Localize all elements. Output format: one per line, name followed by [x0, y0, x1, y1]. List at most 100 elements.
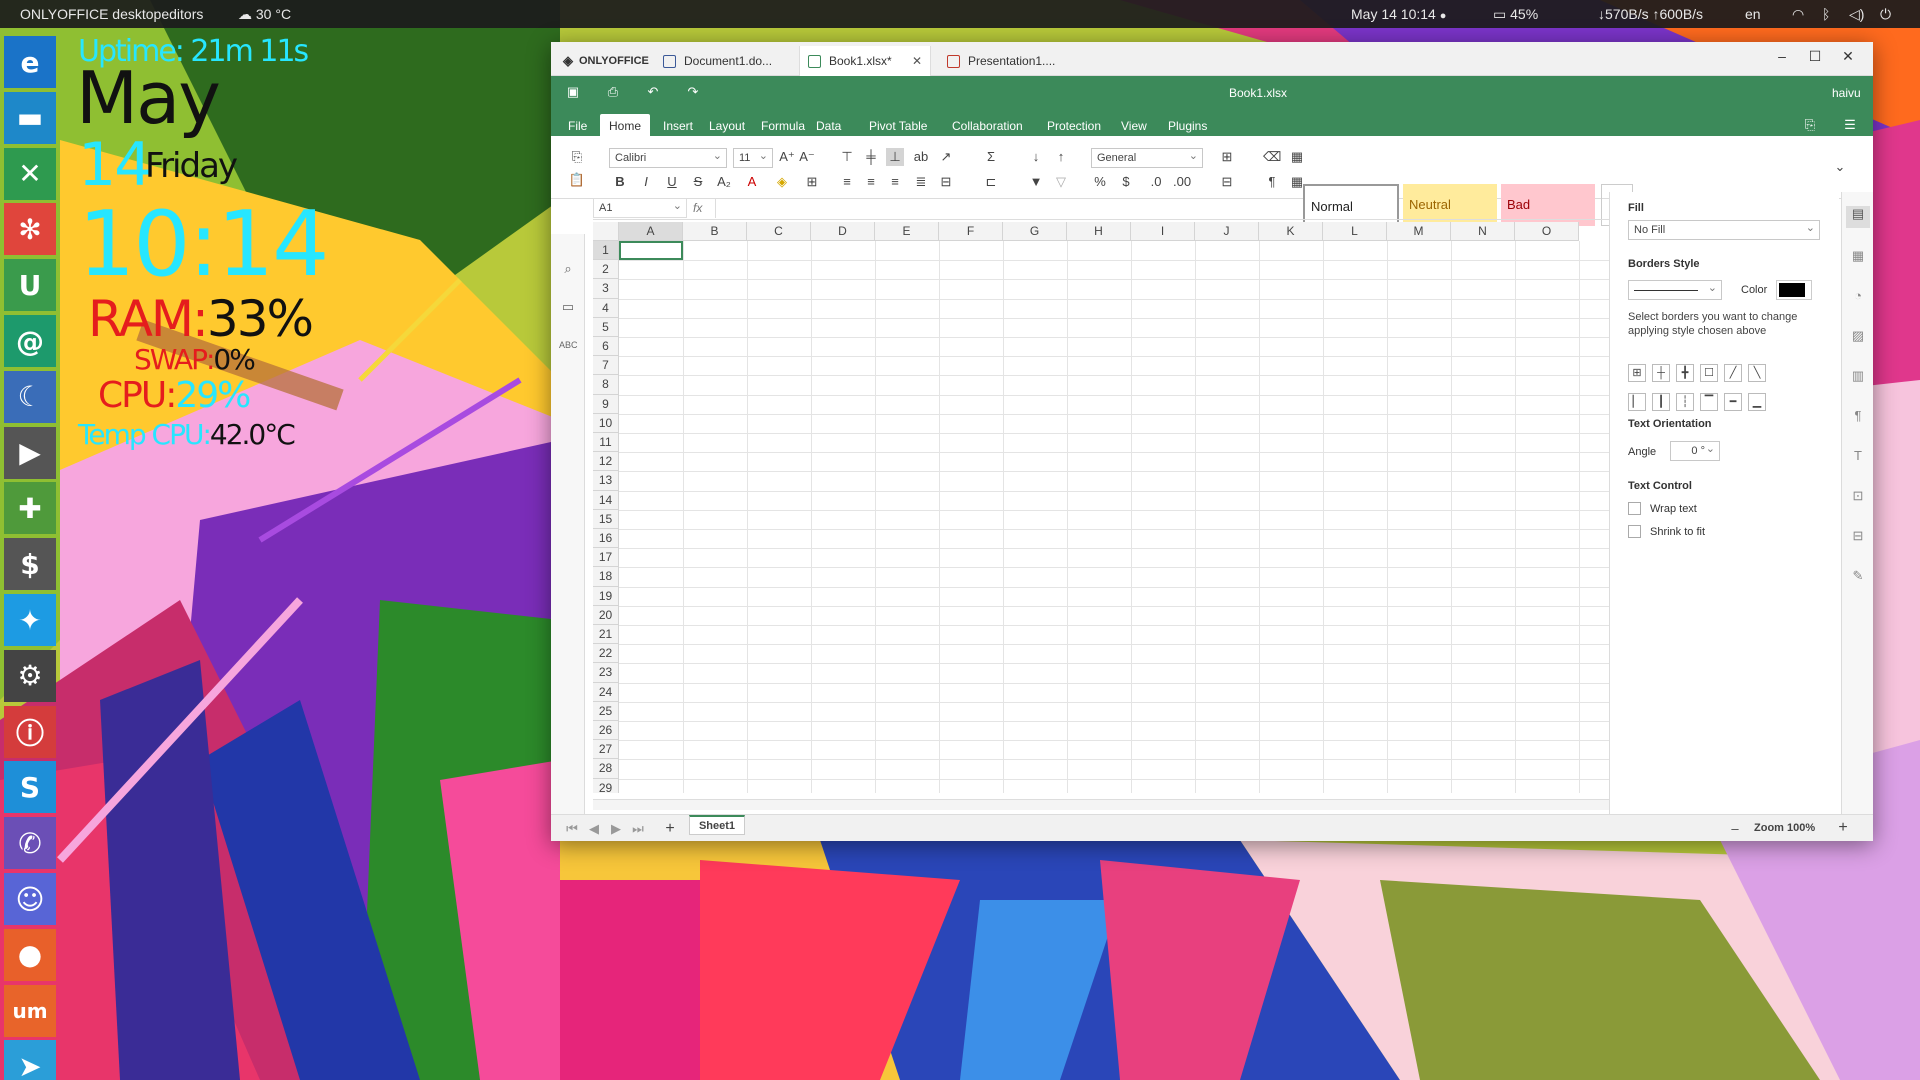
row-header[interactable]: 13 [593, 471, 619, 491]
row-header[interactable]: 1 [593, 241, 619, 261]
spellcheck-icon[interactable]: ABC [559, 336, 578, 354]
all-borders-icon[interactable]: ⊞ [1628, 364, 1646, 382]
dock-photos-icon[interactable]: ✻ [4, 203, 56, 256]
tab-document[interactable]: Document1.do... [663, 46, 772, 76]
select-all-corner[interactable] [593, 222, 619, 241]
row-header[interactable]: 7 [593, 356, 619, 376]
row-header[interactable]: 26 [593, 721, 619, 741]
zoom-in-icon[interactable]: + [1834, 819, 1852, 837]
menu-tab-layout[interactable]: Layout [700, 114, 754, 138]
fill-select[interactable]: No Fill [1628, 220, 1820, 240]
row-header[interactable]: 5 [593, 317, 619, 337]
named-ranges-icon[interactable]: ⊏ [982, 173, 1000, 191]
angle-input[interactable]: 0 ° [1670, 441, 1720, 461]
dock-steam-icon[interactable]: ⚙ [4, 649, 56, 702]
column-header[interactable]: O [1515, 222, 1579, 241]
active-app-name[interactable]: ONLYOFFICE desktopeditors [20, 6, 203, 22]
search-icon[interactable]: ⌕ [559, 260, 577, 278]
row-header[interactable]: 21 [593, 625, 619, 645]
column-header[interactable]: K [1259, 222, 1323, 241]
increase-decimal-icon[interactable]: .00 [1173, 173, 1191, 191]
align-center-icon[interactable]: ≡ [862, 173, 880, 191]
zoom-level[interactable]: Zoom 100% [1754, 822, 1815, 834]
volume-icon[interactable]: ◁) [1849, 6, 1864, 23]
diagonal-down-icon[interactable]: ╲ [1748, 364, 1766, 382]
cell-reference-box[interactable]: A1 [593, 198, 687, 218]
first-sheet-icon[interactable]: ⏮ [563, 820, 581, 838]
sort-descending-icon[interactable]: ↑ [1052, 148, 1070, 166]
column-header[interactable]: B [683, 222, 747, 241]
dock-mail-icon[interactable]: @ [4, 315, 56, 367]
orientation-icon[interactable]: ↗ [937, 148, 955, 166]
border-color-picker[interactable] [1776, 280, 1812, 300]
inner-borders-icon[interactable]: ┼ [1652, 364, 1670, 382]
sort-ascending-icon[interactable]: ↓ [1027, 148, 1045, 166]
row-header[interactable]: 20 [593, 605, 619, 625]
dock-podcast-icon[interactable]: ⓘ [4, 705, 56, 758]
row-header[interactable]: 23 [593, 663, 619, 683]
row-header[interactable]: 3 [593, 279, 619, 299]
tab-onlyoffice-home[interactable]: ◈ ONLYOFFICE [563, 46, 649, 76]
column-header[interactable]: D [811, 222, 875, 241]
comments-icon[interactable]: ▭ [559, 298, 577, 316]
row-header[interactable]: 4 [593, 298, 619, 318]
filter-icon[interactable]: ▼ [1027, 173, 1045, 191]
tab-book1[interactable]: Book1.xlsx* ✕ [799, 46, 931, 76]
dock-ubuntu-make-icon[interactable]: um [4, 984, 56, 1037]
open-file-location-icon[interactable]: ⎘ [1801, 116, 1819, 134]
format-table-icon[interactable]: ▦ [1288, 148, 1306, 166]
row-header[interactable]: 24 [593, 682, 619, 702]
wrap-text-icon[interactable]: ab [912, 148, 930, 166]
strikethrough-icon[interactable]: S [689, 173, 707, 191]
menu-tab-pivot-table[interactable]: Pivot Table [860, 114, 936, 138]
dock-files-icon[interactable]: ▬ [4, 91, 56, 144]
user-name[interactable]: haivu [1832, 86, 1861, 100]
table-settings-icon[interactable]: ▦ [1850, 248, 1866, 264]
decrease-decimal-icon[interactable]: .0 [1147, 173, 1165, 191]
top-border-icon[interactable]: ▔ [1700, 393, 1718, 411]
shrink-to-fit-checkbox[interactable] [1628, 525, 1641, 538]
align-right-icon[interactable]: ≡ [886, 173, 904, 191]
column-header[interactable]: I [1131, 222, 1195, 241]
outer-border-icon[interactable]: ☐ [1700, 364, 1718, 382]
decrease-font-icon[interactable]: A⁻ [798, 148, 816, 166]
weather-indicator[interactable]: ☁ 30 °C [238, 6, 291, 23]
menu-tab-plugins[interactable]: Plugins [1159, 114, 1216, 138]
font-size-select[interactable]: 11 [733, 148, 773, 168]
delete-cells-icon[interactable]: ⊟ [1218, 173, 1236, 191]
sum-icon[interactable]: Σ [982, 148, 1000, 166]
fill-color-icon[interactable]: ◈ [773, 173, 791, 191]
column-header[interactable]: N [1451, 222, 1515, 241]
sheet-tab-sheet1[interactable]: Sheet1 [689, 815, 745, 835]
menu-tab-formula[interactable]: Formula [752, 114, 814, 138]
clock[interactable]: May 14 10:14 ● [1351, 6, 1446, 22]
power-icon[interactable]: ⏻ [1880, 6, 1891, 23]
last-sheet-icon[interactable]: ⏭ [629, 820, 647, 838]
column-header[interactable]: J [1195, 222, 1259, 241]
dock-upwork-icon[interactable]: U [4, 259, 56, 312]
menu-tab-insert[interactable]: Insert [654, 114, 702, 138]
chart-settings-icon[interactable]: ▥ [1850, 368, 1866, 384]
border-style-select[interactable] [1628, 280, 1722, 300]
dock-media-icon[interactable]: ▶ [4, 426, 56, 479]
undo-icon[interactable]: ↶ [644, 83, 662, 101]
row-header[interactable]: 19 [593, 586, 619, 606]
align-middle-icon[interactable]: ╪ [862, 148, 880, 166]
subscript-icon[interactable]: A₂ [715, 173, 733, 191]
row-header[interactable]: 6 [593, 337, 619, 357]
row-header[interactable]: 16 [593, 529, 619, 549]
menu-tab-file[interactable]: File [559, 114, 596, 138]
image-settings-icon[interactable]: ▨ [1850, 328, 1866, 344]
dock-twitter-icon[interactable]: ✦ [4, 594, 56, 646]
row-header[interactable]: 15 [593, 509, 619, 529]
minimize-button[interactable]: – [1770, 48, 1794, 70]
signature-settings-icon[interactable]: ✎ [1850, 568, 1866, 584]
underline-icon[interactable]: U [663, 173, 681, 191]
wrap-text-checkbox[interactable] [1628, 502, 1641, 515]
add-sheet-icon[interactable]: + [661, 820, 679, 838]
align-left-icon[interactable]: ≡ [838, 173, 856, 191]
row-header[interactable]: 11 [593, 433, 619, 453]
tab-presentation[interactable]: Presentation1.... [947, 46, 1055, 76]
left-border-icon[interactable]: ▏ [1628, 393, 1646, 411]
redo-icon[interactable]: ↷ [684, 83, 702, 101]
